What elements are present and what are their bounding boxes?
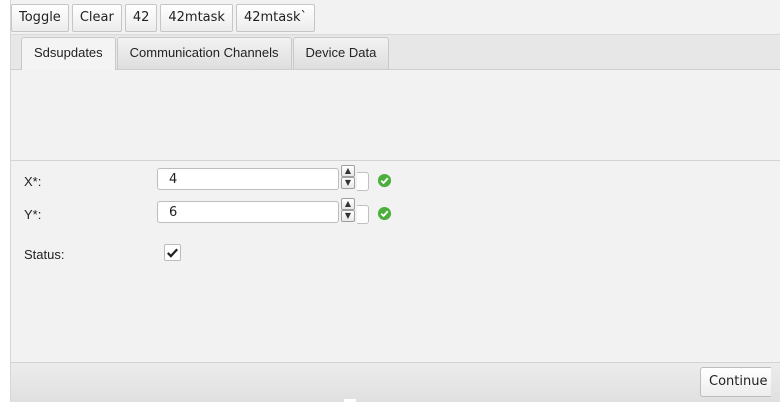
y-spin-down-button[interactable]: ▼ xyxy=(341,210,355,222)
y-label: Y*: xyxy=(24,207,42,222)
x-spinner: ▲ ▼ xyxy=(341,165,357,191)
check-circle-icon xyxy=(377,206,392,221)
tab-communication-channels[interactable]: Communication Channels xyxy=(116,37,292,69)
y-input[interactable] xyxy=(157,201,339,223)
task-42mtask-alt-button[interactable]: 42mtask` xyxy=(235,4,316,32)
x-input[interactable] xyxy=(157,168,339,190)
chevron-down-icon: ▼ xyxy=(344,178,352,187)
form-row-x: X*: ▲ ▼ xyxy=(11,164,780,191)
form-row-y: Y*: ▲ ▼ xyxy=(11,197,780,224)
toggle-button[interactable]: Toggle xyxy=(11,4,69,32)
tab-strip: Sdsupdates Communication Channels Device… xyxy=(11,34,780,70)
y-spinner: ▲ ▼ xyxy=(341,198,357,224)
tab-list: Sdsupdates Communication Channels Device… xyxy=(21,37,390,70)
x-label: X*: xyxy=(24,174,42,189)
task-42mtask-button[interactable]: 42mtask xyxy=(160,4,233,32)
x-spin-up-button[interactable]: ▲ xyxy=(341,165,355,177)
checkmark-icon xyxy=(167,248,179,258)
task-42-button[interactable]: 42 xyxy=(124,4,158,32)
app-frame: Toggle Clear 42 42mtask 42mtask` Sdsupda… xyxy=(10,0,780,403)
form-row-status: Status: xyxy=(11,237,780,263)
resize-handle[interactable] xyxy=(344,399,356,403)
chevron-up-icon: ▲ xyxy=(344,199,352,208)
footer-bar: Continue xyxy=(11,362,780,403)
x-spinner-edge xyxy=(357,172,369,191)
chevron-down-icon: ▼ xyxy=(344,211,352,220)
clear-button[interactable]: Clear xyxy=(71,4,122,32)
top-toolbar: Toggle Clear 42 42mtask 42mtask` xyxy=(11,4,318,32)
y-spinner-edge xyxy=(357,205,369,224)
tab-sdsupdates[interactable]: Sdsupdates xyxy=(21,37,116,70)
check-circle-icon xyxy=(377,173,392,188)
continue-button[interactable]: Continue xyxy=(700,367,772,397)
panel-divider xyxy=(11,160,780,161)
chevron-up-icon: ▲ xyxy=(344,166,352,175)
tab-device-data[interactable]: Device Data xyxy=(292,37,390,69)
status-checkbox[interactable] xyxy=(164,244,181,261)
x-spin-down-button[interactable]: ▼ xyxy=(341,177,355,189)
status-label: Status: xyxy=(24,247,65,262)
y-spin-up-button[interactable]: ▲ xyxy=(341,198,355,210)
